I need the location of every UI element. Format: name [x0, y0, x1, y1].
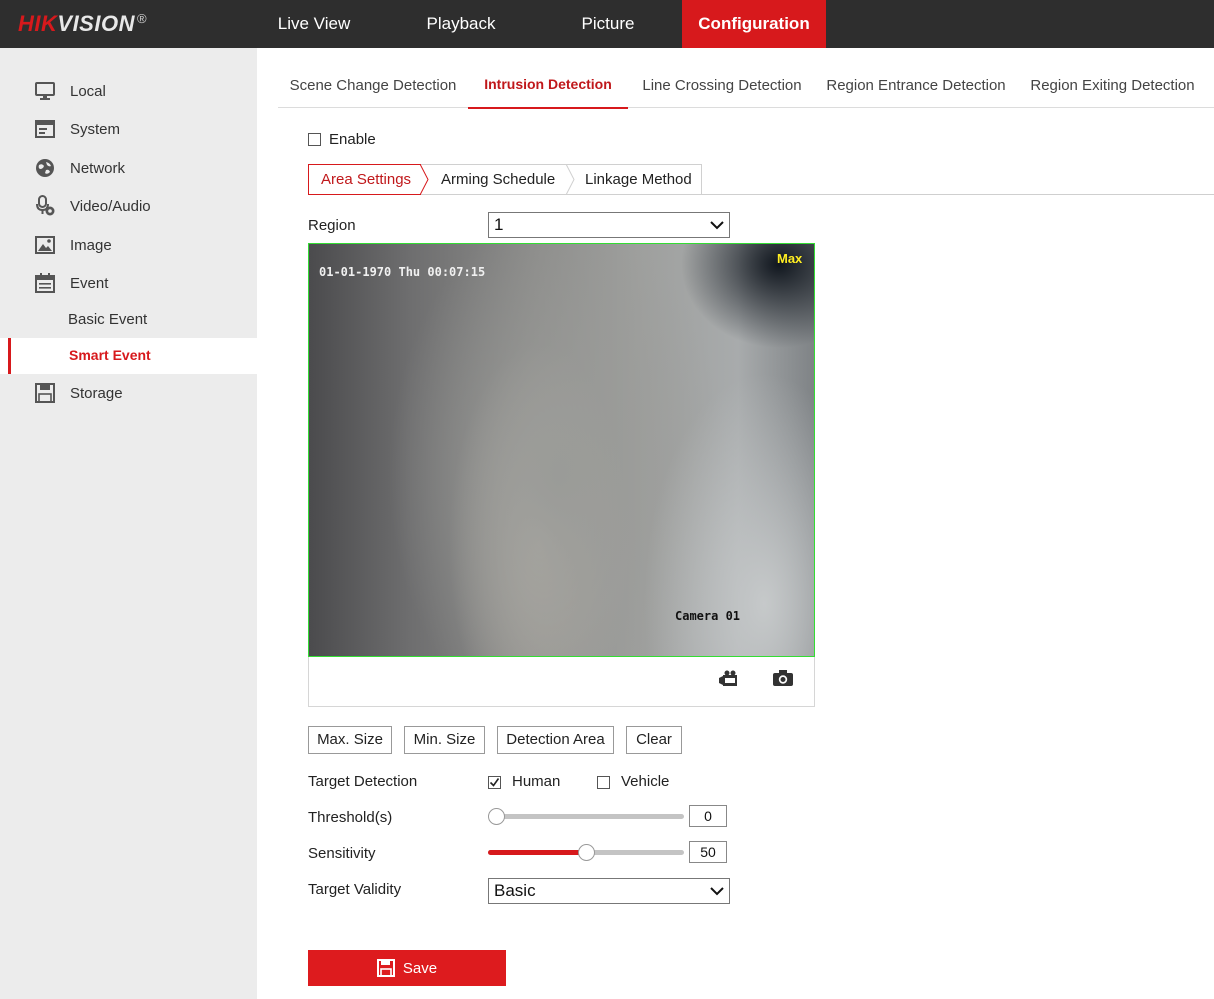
sidebar-item-storage[interactable]: Storage — [0, 375, 257, 411]
logo-text-red: HIK — [18, 11, 58, 36]
logo-text-white: VISION — [57, 11, 135, 36]
sidebar-item-local[interactable]: Local — [0, 73, 257, 109]
enable-row: Enable — [308, 130, 376, 148]
window-icon — [34, 118, 56, 140]
sidebar-subitem-basic-event[interactable]: Basic Event — [0, 302, 257, 338]
save-label: Save — [402, 959, 438, 977]
sidebar-item-image[interactable]: Image — [0, 227, 257, 263]
sidebar-subitem-label: Basic Event — [68, 311, 148, 328]
sidebar-item-video-audio[interactable]: Video/Audio — [0, 188, 257, 224]
active-indicator — [8, 338, 11, 374]
sidebar-subitem-smart-event[interactable]: Smart Event — [0, 338, 257, 374]
region-label: Region — [308, 217, 356, 234]
chevron-down-icon — [710, 887, 724, 896]
microphone-icon — [34, 195, 56, 217]
enable-label: Enable — [329, 130, 376, 148]
target-validity-label: Target Validity — [308, 881, 402, 898]
enable-checkbox[interactable] — [308, 132, 321, 146]
clear-button[interactable]: Clear — [626, 726, 682, 754]
target-validity-value: Basic — [494, 881, 536, 900]
tab-region-entrance-detection[interactable]: Region Entrance Detection — [816, 62, 1016, 108]
save-button[interactable]: Save — [308, 950, 506, 986]
vehicle-label: Vehicle — [621, 773, 670, 790]
sidebar-item-label: Event — [70, 274, 109, 292]
main-nav: Live View Playback Picture Configuration — [240, 0, 826, 48]
sidebar-item-label: System — [70, 120, 121, 138]
nav-configuration[interactable]: Configuration — [682, 0, 826, 48]
tab-scene-change-detection[interactable]: Scene Change Detection — [278, 62, 468, 108]
sensitivity-label: Sensitivity — [308, 845, 376, 862]
breadcrumb-arrow-icon — [420, 164, 429, 195]
sidebar-item-label: Video/Audio — [70, 197, 151, 215]
detection-area-button[interactable]: Detection Area — [497, 726, 614, 754]
globe-icon — [34, 157, 56, 179]
sensitivity-slider-fill — [488, 850, 586, 855]
target-validity-select[interactable]: Basic — [488, 878, 730, 904]
sensitivity-value-input[interactable]: 50 — [689, 841, 727, 863]
image-icon — [34, 234, 56, 256]
sensitivity-slider-handle[interactable] — [577, 844, 595, 861]
sidebar: Local System Network Video/Audio Image E… — [0, 48, 257, 999]
sidebar-item-label: Local — [70, 82, 106, 100]
subtab-label: Area Settings — [321, 171, 412, 188]
sidebar-subitem-label: Smart Event — [69, 347, 151, 363]
threshold-slider-track[interactable] — [488, 814, 684, 819]
floppy-icon — [34, 382, 56, 404]
top-header: HIKVISION ® Live View Playback Picture C… — [0, 0, 1214, 48]
threshold-label: Threshold(s) — [308, 809, 393, 826]
osd-camera-name: Camera 01 — [675, 609, 741, 623]
subtab-area-settings[interactable]: Area Settings — [308, 164, 429, 195]
sidebar-item-label: Image — [70, 236, 112, 254]
subtab-label: Arming Schedule — [441, 171, 556, 188]
sidebar-item-system[interactable]: System — [0, 111, 257, 147]
subtab-label: Linkage Method — [585, 171, 692, 188]
detection-tabs: Scene Change Detection Intrusion Detecti… — [278, 62, 1214, 109]
sidebar-item-network[interactable]: Network — [0, 150, 257, 186]
tab-line-crossing-detection[interactable]: Line Crossing Detection — [628, 62, 816, 108]
subtab-arming-schedule[interactable]: Arming Schedule — [421, 164, 575, 195]
human-checkbox[interactable] — [488, 776, 501, 789]
max-size-overlay-label: Max — [777, 251, 803, 266]
settings-subtabs: Area Settings Arming Schedule Linkage Me… — [308, 164, 702, 195]
monitor-icon — [34, 80, 56, 102]
osd-timestamp: 01-01-1970 Thu 00:07:15 — [319, 265, 486, 279]
checkmark-icon — [489, 778, 500, 787]
nav-playback[interactable]: Playback — [388, 0, 534, 48]
calendar-icon — [34, 272, 56, 294]
target-detection-label: Target Detection — [308, 773, 418, 790]
record-video-icon[interactable] — [718, 669, 740, 689]
min-size-button[interactable]: Min. Size — [404, 726, 485, 754]
sidebar-item-event[interactable]: Event — [0, 265, 257, 301]
threshold-value-input[interactable]: 0 — [689, 805, 727, 827]
nav-picture[interactable]: Picture — [534, 0, 682, 48]
nav-live-view[interactable]: Live View — [240, 0, 388, 48]
breadcrumb-arrow-icon — [566, 164, 575, 195]
sidebar-item-label: Storage — [70, 384, 123, 402]
live-video-view[interactable]: 01-01-1970 Thu 00:07:15 Camera 01 Max — [308, 243, 815, 657]
camera-snapshot-icon[interactable] — [772, 668, 794, 688]
hikvision-logo: HIKVISION ® — [18, 10, 147, 38]
vehicle-checkbox[interactable] — [597, 776, 610, 789]
region-select[interactable]: 1 — [488, 212, 730, 238]
subtab-linkage-method[interactable]: Linkage Method — [567, 164, 702, 195]
floppy-icon — [376, 959, 395, 977]
logo-registered-mark: ® — [136, 11, 147, 26]
tab-intrusion-detection[interactable]: Intrusion Detection — [468, 62, 628, 109]
tab-region-exiting-detection[interactable]: Region Exiting Detection — [1016, 62, 1209, 108]
max-size-button[interactable]: Max. Size — [308, 726, 392, 754]
chevron-down-icon — [710, 221, 724, 230]
region-select-value: 1 — [494, 215, 504, 234]
human-label: Human — [512, 773, 561, 790]
sidebar-item-label: Network — [70, 159, 126, 177]
threshold-slider-handle[interactable] — [487, 808, 505, 825]
